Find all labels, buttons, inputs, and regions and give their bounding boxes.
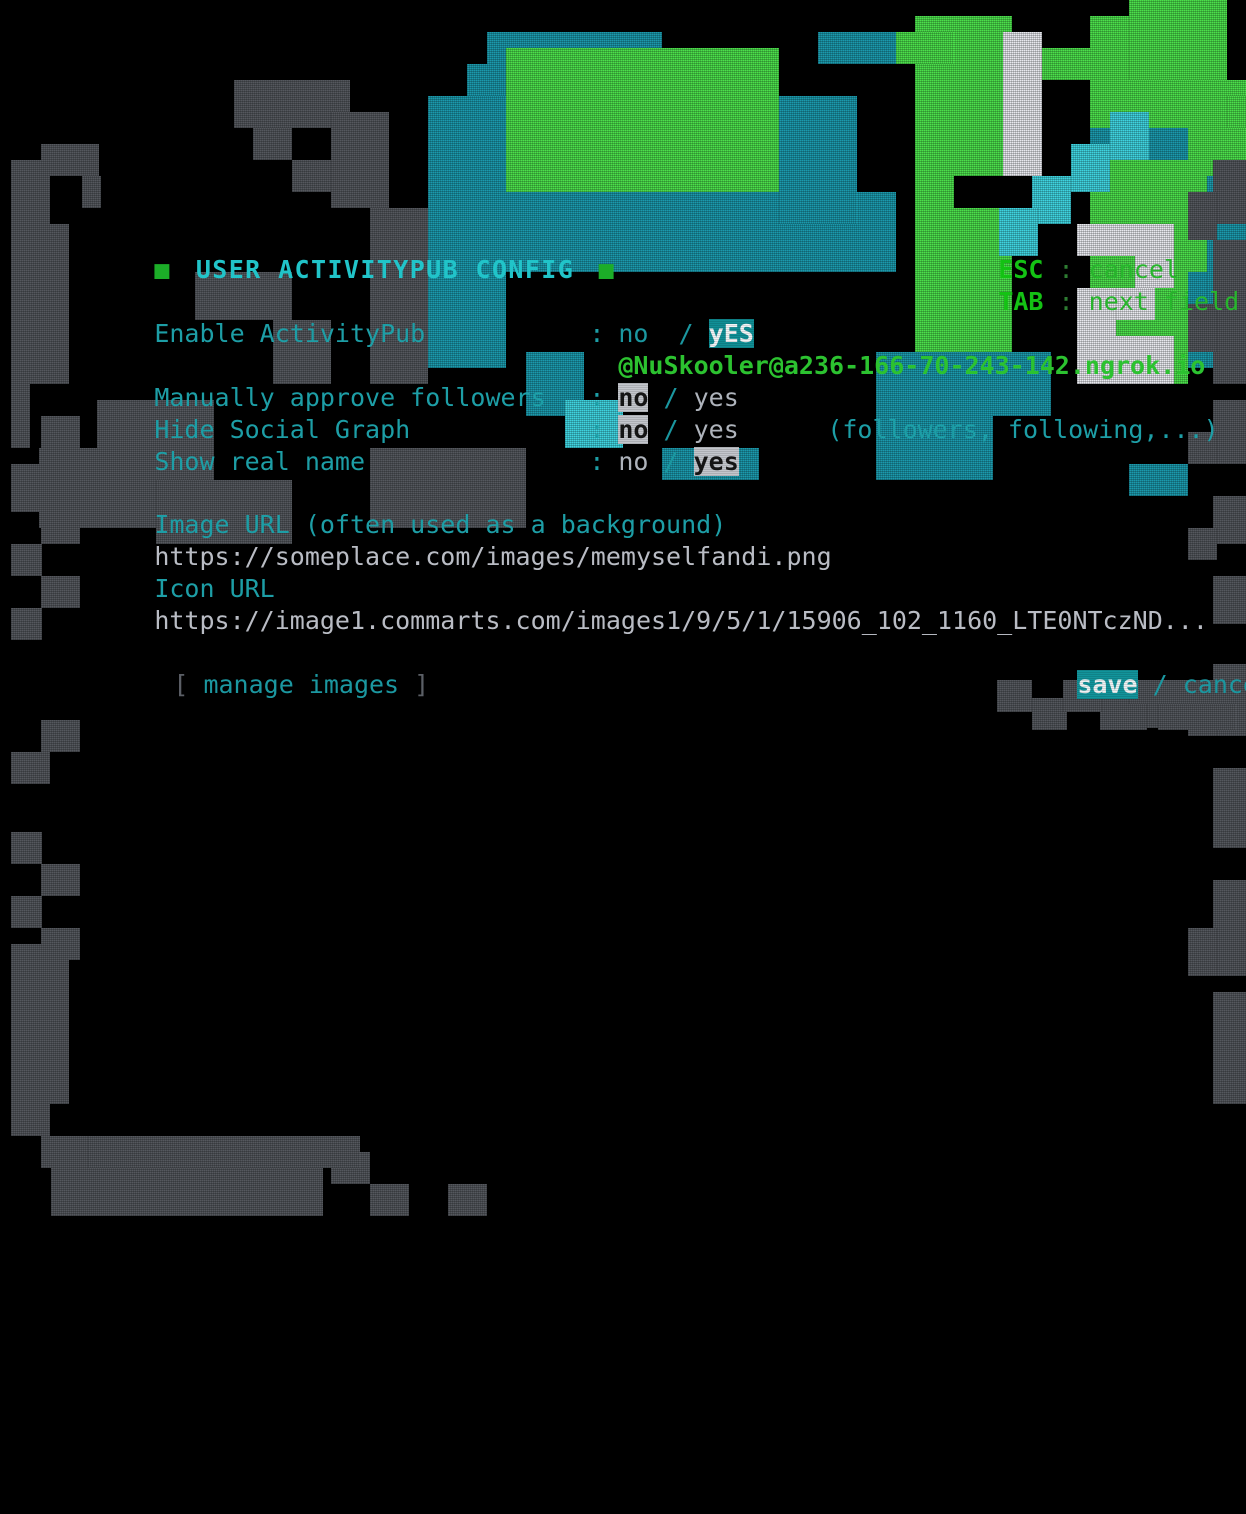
keyhint-tab-sep: : — [1058, 287, 1074, 316]
terminal-screen: ■ USER ACTIVITYPUB CONFIG ■ ESC : cancel… — [0, 0, 1246, 1216]
toggle-separator-slash: / — [663, 447, 679, 476]
toggle-show-real-name-option-yes[interactable]: yes — [693, 447, 739, 476]
manage-images-close-bracket: ] — [414, 670, 430, 699]
title-marker-right-icon: ■ — [598, 255, 614, 284]
toggle-show-real-name-option-no[interactable]: no — [618, 447, 648, 476]
action-separator-slash: / — [1152, 670, 1168, 699]
page-title: USER ACTIVITYPUB CONFIG — [195, 255, 575, 284]
title-marker-left-icon: ■ — [154, 255, 170, 284]
hint-hide-social-graph: (followers, following,...) — [827, 415, 1219, 444]
console-text-layer: ■ USER ACTIVITYPUB CONFIG ■ ESC : cancel… — [0, 0, 1246, 757]
footer-actions: save / cancel — [987, 637, 1246, 733]
keyhint-tab-action: next field — [1088, 287, 1240, 316]
manage-images-label[interactable]: manage images — [203, 670, 399, 699]
manage-images-open-bracket: [ — [173, 670, 189, 699]
keyhint-tab-key: TAB — [998, 287, 1044, 316]
input-icon-url-value[interactable]: https://image1.commarts.com/images1/9/5/… — [154, 606, 1208, 635]
label-enable-activitypub: Enable ActivityPub — [154, 319, 426, 348]
label-show-real-name: Show real name — [154, 447, 366, 476]
manage-images-button[interactable]: [ manage images ] — [83, 637, 429, 733]
save-button[interactable]: save — [1077, 670, 1138, 699]
cancel-button[interactable]: cancel — [1183, 670, 1246, 699]
